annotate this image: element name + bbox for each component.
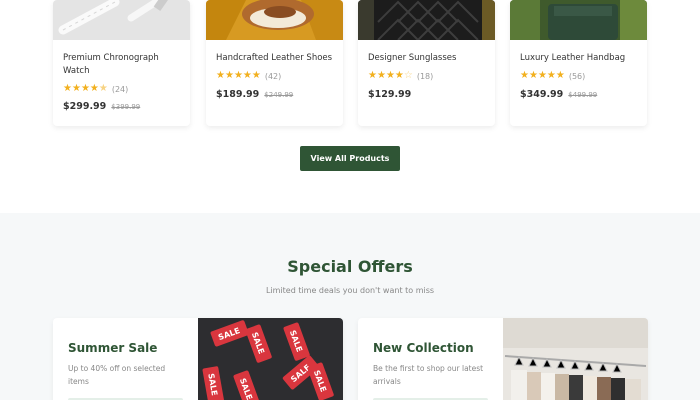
sale-tags-image: SALE SALE SALE SALE SALE SALE SALE xyxy=(198,318,343,400)
review-count: (56) xyxy=(568,71,586,81)
star-rating-icon: ★ ★ ★ ★ ☆ xyxy=(368,70,413,81)
clothing-rack-image xyxy=(503,318,648,400)
product-rating: ★ ★ ★ ★ ☆ (18) xyxy=(368,71,433,81)
original-price: $499.99 xyxy=(568,91,598,99)
current-price: $349.99 xyxy=(520,89,564,100)
review-count: (24) xyxy=(111,84,129,94)
product-card[interactable]: Premium Chronograph Watch ★ ★ ★ ★ ★ (24) $29… xyxy=(53,0,190,126)
product-card[interactable]: Luxury Leather Handbag ★ ★ ★ ★ ★ (56) $349.9… xyxy=(510,0,647,126)
product-price: $189.99 $249.99 xyxy=(216,89,293,100)
product-price: $129.99 xyxy=(368,89,411,100)
featured-products-section: Premium Chronograph Watch ★ ★ ★ ★ ★ (24) $29… xyxy=(0,0,700,213)
offer-description: Up to 40% off on selected items xyxy=(68,364,166,386)
view-all-products-button[interactable]: View All Products xyxy=(300,146,400,171)
product-name[interactable]: Luxury Leather Handbag xyxy=(520,52,640,65)
offer-card-new-collection[interactable]: New Collection Be the first to shop our … xyxy=(358,318,648,400)
offer-title: New Collection xyxy=(373,341,474,355)
offer-title: Summer Sale xyxy=(68,341,158,355)
product-name[interactable]: Premium Chronograph Watch xyxy=(63,52,183,78)
product-rating: ★ ★ ★ ★ ★ (42) xyxy=(216,71,281,81)
original-price: $249.99 xyxy=(264,91,294,99)
review-count: (18) xyxy=(416,71,434,81)
section-subtitle: Limited time deals you don't want to mis… xyxy=(265,286,435,295)
product-price: $299.99 $399.99 xyxy=(63,101,140,112)
product-image-watch[interactable] xyxy=(53,0,190,40)
product-image-handbag[interactable] xyxy=(510,0,647,40)
product-price: $349.99 $499.99 xyxy=(520,89,597,100)
product-image-sunglasses[interactable] xyxy=(358,0,495,40)
special-offers-section: Special Offers Limited time deals you do… xyxy=(0,213,700,400)
star-rating-icon: ★ ★ ★ ★ ★ xyxy=(520,70,565,81)
current-price: $129.99 xyxy=(368,89,412,100)
product-card[interactable]: Designer Sunglasses ★ ★ ★ ★ ☆ (18) $129.99 xyxy=(358,0,495,126)
product-card[interactable]: Handcrafted Leather Shoes ★ ★ ★ ★ ★ (42) $18… xyxy=(206,0,343,126)
current-price: $299.99 xyxy=(63,101,107,112)
section-title: Special Offers xyxy=(287,257,413,276)
star-rating-icon: ★ ★ ★ ★ ★ xyxy=(216,70,261,81)
star-rating-icon: ★ ★ ★ ★ ★ xyxy=(63,83,108,94)
product-name[interactable]: Designer Sunglasses xyxy=(368,52,488,65)
review-count: (42) xyxy=(264,71,282,81)
offer-description: Be the first to shop our latest arrivals xyxy=(373,364,484,386)
product-rating: ★ ★ ★ ★ ★ (24) xyxy=(63,84,128,94)
product-name[interactable]: Handcrafted Leather Shoes xyxy=(216,52,336,65)
product-image-shoes[interactable] xyxy=(206,0,343,40)
product-rating: ★ ★ ★ ★ ★ (56) xyxy=(520,71,585,81)
current-price: $189.99 xyxy=(216,89,260,100)
offer-card-summer-sale[interactable]: Summer Sale Up to 40% off on selected it… xyxy=(53,318,343,400)
original-price: $399.99 xyxy=(111,103,141,111)
